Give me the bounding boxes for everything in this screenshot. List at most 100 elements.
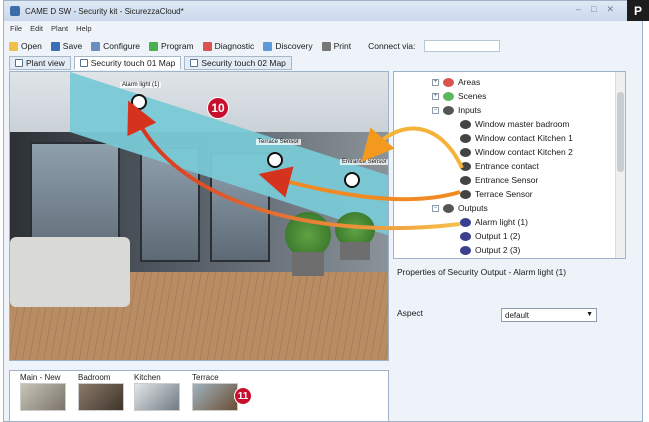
diagnostic-icon xyxy=(202,41,212,51)
map-thumbnail-strip: Main - New Badroom Kitchen Terrace 11 xyxy=(9,370,389,422)
tab-security-touch-02-map[interactable]: Security touch 02 Map xyxy=(184,56,292,70)
save-button[interactable]: Save xyxy=(50,41,82,51)
tree-node-scenes[interactable]: + Scenes xyxy=(432,91,486,101)
tree-node-label: Output 1 (2) xyxy=(475,231,521,241)
properties-title: Properties of Security Output - Alarm li… xyxy=(397,267,567,277)
callout-11: 11 xyxy=(234,387,252,405)
tree-node-label: Scenes xyxy=(458,91,487,101)
page-badge: P xyxy=(627,0,649,21)
tree-node-label: Window master badroom xyxy=(475,119,570,129)
expand-icon[interactable]: + xyxy=(432,78,439,86)
map-canvas[interactable]: Alarm light (1) Terrace Sensor Entrance … xyxy=(9,71,389,361)
toolbar: Open Save Configure Program Diagnostic D… xyxy=(4,37,642,55)
discovery-button[interactable]: Discovery xyxy=(263,41,313,51)
thumbnail-label: Main - New xyxy=(20,373,61,382)
plant-icon xyxy=(15,59,23,67)
menu-file[interactable]: File xyxy=(10,24,22,33)
areas-icon xyxy=(443,77,454,87)
thumbnail-kitchen[interactable]: Kitchen xyxy=(134,373,184,411)
tree-node-window-contact-kitchen-1[interactable]: Window contact Kitchen 1 xyxy=(460,133,573,143)
tree-node-inputs[interactable]: − Inputs xyxy=(432,105,481,115)
tab-label: Security touch 01 Map xyxy=(90,58,176,68)
tree-node-areas[interactable]: + Areas xyxy=(432,77,480,87)
diagnostic-button[interactable]: Diagnostic xyxy=(202,41,254,51)
entrance-sensor-device-icon[interactable] xyxy=(344,172,360,188)
connect-via-label: Connect via: xyxy=(368,41,416,51)
tree-node-window-master-badroom[interactable]: Window master badroom xyxy=(460,119,569,129)
thumbnail-image xyxy=(134,383,180,411)
thumbnail-label: Terrace xyxy=(192,373,219,382)
print-icon xyxy=(321,41,331,51)
discovery-label: Discovery xyxy=(275,41,313,51)
tree-node-label: Entrance Sensor xyxy=(475,175,539,185)
thumbnail-image xyxy=(78,383,124,411)
tree-node-entrance-sensor[interactable]: Entrance Sensor xyxy=(460,175,538,185)
menu-help[interactable]: Help xyxy=(76,24,91,33)
aspect-select-value: default xyxy=(505,310,530,320)
print-label: Print xyxy=(333,41,352,51)
map-icon xyxy=(190,59,199,67)
maximize-button[interactable]: □ xyxy=(591,4,596,15)
menu-plant[interactable]: Plant xyxy=(51,24,68,33)
tree-node-label: Areas xyxy=(458,77,481,87)
scroll-thumb[interactable] xyxy=(617,92,624,172)
tree-node-output-2[interactable]: Output 2 (3) xyxy=(460,245,520,255)
sensor-icon xyxy=(460,147,471,157)
terrace-sensor-device-icon[interactable] xyxy=(267,152,283,168)
configure-icon xyxy=(91,41,101,51)
chevron-down-icon: ▼ xyxy=(586,311,593,318)
map-icon xyxy=(79,59,88,67)
thumbnail-label: Badroom xyxy=(78,373,111,382)
menu-bar: File Edit Plant Help xyxy=(4,22,642,34)
callout-10: 10 xyxy=(207,97,229,119)
collapse-icon[interactable]: − xyxy=(432,106,439,114)
thumbnail-image xyxy=(20,383,66,411)
save-icon xyxy=(50,41,60,51)
sensor-icon xyxy=(460,189,471,199)
tree-node-label: Alarm light (1) xyxy=(475,217,528,227)
properties-panel: Properties of Security Output - Alarm li… xyxy=(393,262,629,422)
tree-node-label: Window contact Kitchen 1 xyxy=(475,133,573,143)
sensor-icon xyxy=(460,133,471,143)
sofa xyxy=(10,237,130,307)
thumbnail-image xyxy=(192,383,238,411)
tree-node-terrace-sensor[interactable]: Terrace Sensor xyxy=(460,189,533,199)
output-icon xyxy=(460,231,471,241)
tab-plant-view[interactable]: Plant view xyxy=(9,56,71,70)
tab-bar: Plant view Security touch 01 Map Securit… xyxy=(9,56,292,71)
tree-node-outputs[interactable]: − Outputs xyxy=(432,203,488,213)
tree-node-alarm-light[interactable]: Alarm light (1) xyxy=(460,217,528,227)
tree-node-label: Window contact Kitchen 2 xyxy=(475,147,573,157)
thumbnail-main-new[interactable]: Main - New xyxy=(20,373,70,411)
expand-icon[interactable]: + xyxy=(432,92,439,100)
tree-scrollbar[interactable] xyxy=(615,72,625,258)
tree-node-window-contact-kitchen-2[interactable]: Window contact Kitchen 2 xyxy=(460,147,573,157)
terrace-sensor-map-label: Terrace Sensor xyxy=(256,139,301,145)
tree-node-label: Terrace Sensor xyxy=(475,189,533,199)
minimize-button[interactable]: – xyxy=(576,4,581,15)
close-button[interactable]: ✕ xyxy=(606,4,614,15)
alarm-light-map-label: Alarm light (1) xyxy=(120,82,162,88)
aspect-select[interactable]: default ▼ xyxy=(501,308,597,322)
window-controls: – □ ✕ xyxy=(576,4,614,15)
print-button[interactable]: Print xyxy=(321,41,352,51)
title-bar: CAME D SW - Security kit - SicurezzaClou… xyxy=(4,1,642,21)
output-icon xyxy=(460,245,471,255)
folder-icon xyxy=(9,41,18,51)
thumbnail-label: Kitchen xyxy=(134,373,161,382)
collapse-icon[interactable]: − xyxy=(432,204,439,212)
sensor-icon xyxy=(460,175,471,185)
program-button[interactable]: Program xyxy=(149,41,194,51)
open-button[interactable]: Open xyxy=(9,41,42,51)
alarm-light-device-icon[interactable] xyxy=(131,94,147,110)
configure-label: Configure xyxy=(103,41,141,51)
connect-via-input[interactable] xyxy=(424,40,501,52)
sensor-icon xyxy=(460,161,471,171)
tree-node-output-1[interactable]: Output 1 (2) xyxy=(460,231,520,241)
menu-edit[interactable]: Edit xyxy=(30,24,43,33)
inputs-icon xyxy=(443,105,454,115)
thumbnail-badroom[interactable]: Badroom xyxy=(78,373,128,411)
tab-security-touch-01-map[interactable]: Security touch 01 Map xyxy=(73,56,182,70)
tree-node-entrance-contact[interactable]: Entrance contact xyxy=(460,161,539,171)
configure-button[interactable]: Configure xyxy=(91,41,140,51)
